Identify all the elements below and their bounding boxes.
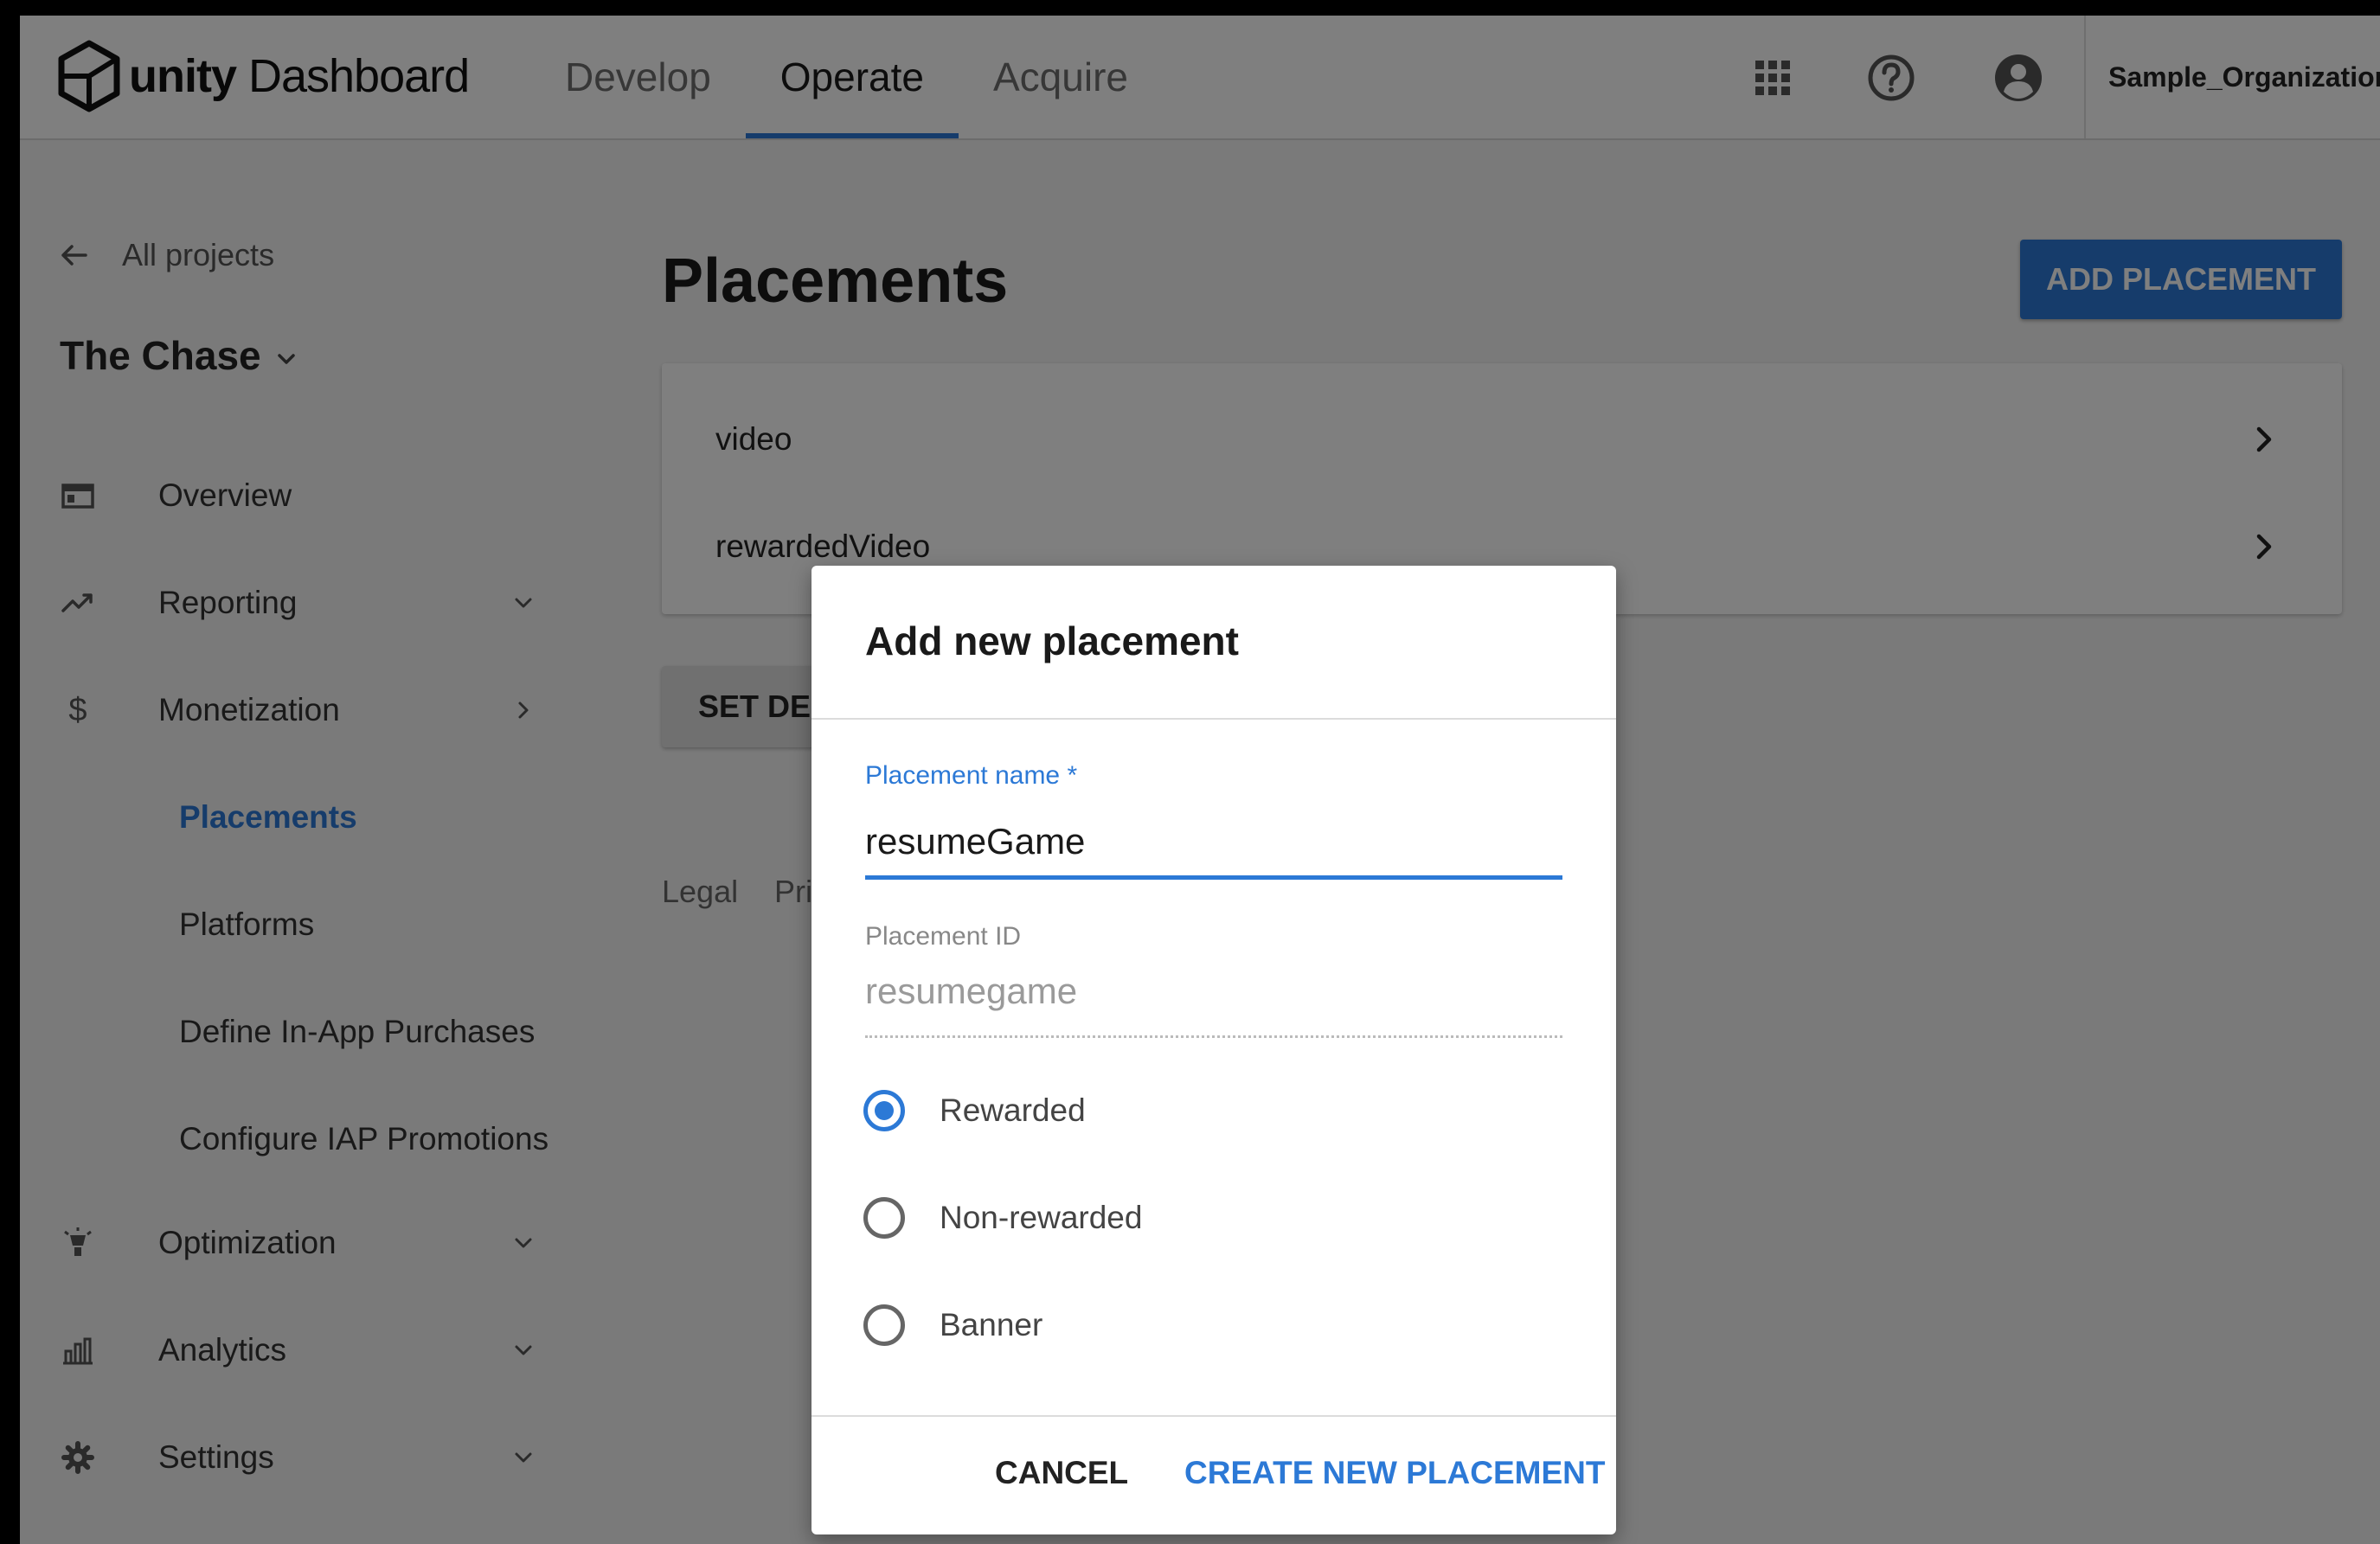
placement-name-label-text: Placement name — [865, 761, 1061, 790]
radio-label: Non-rewarded — [940, 1200, 1143, 1235]
placement-name-label: Placement name * — [865, 761, 1077, 791]
dialog-divider — [812, 718, 1616, 720]
placement-name-underline — [865, 875, 1562, 880]
radio-non-rewarded[interactable]: Non-rewarded — [863, 1188, 1348, 1248]
radio-rewarded[interactable]: Rewarded — [863, 1080, 1348, 1141]
radio-unchecked-icon — [863, 1197, 905, 1239]
radio-label: Rewarded — [940, 1092, 1086, 1128]
radio-banner[interactable]: Banner — [863, 1295, 1348, 1355]
placement-id-underline — [865, 1035, 1562, 1038]
cancel-button[interactable]: CANCEL — [995, 1455, 1128, 1491]
required-mark: * — [1067, 761, 1078, 790]
dialog-title: Add new placement — [865, 618, 1239, 663]
radio-unchecked-icon — [863, 1304, 905, 1346]
add-placement-dialog: Add new placement Placement name * Place… — [812, 566, 1616, 1534]
dialog-footer-divider — [812, 1415, 1616, 1417]
unity-dashboard-app: unity Dashboard Develop Operate Acquire — [20, 16, 2380, 1544]
placement-id-value: resumegame — [865, 971, 1078, 1011]
placement-name-input[interactable] — [865, 815, 1562, 868]
create-new-placement-button[interactable]: CREATE NEW PLACEMENT — [1184, 1455, 1605, 1491]
radio-checked-icon — [863, 1090, 905, 1131]
placement-id-label: Placement ID — [865, 922, 1022, 951]
radio-label: Banner — [940, 1307, 1043, 1342]
